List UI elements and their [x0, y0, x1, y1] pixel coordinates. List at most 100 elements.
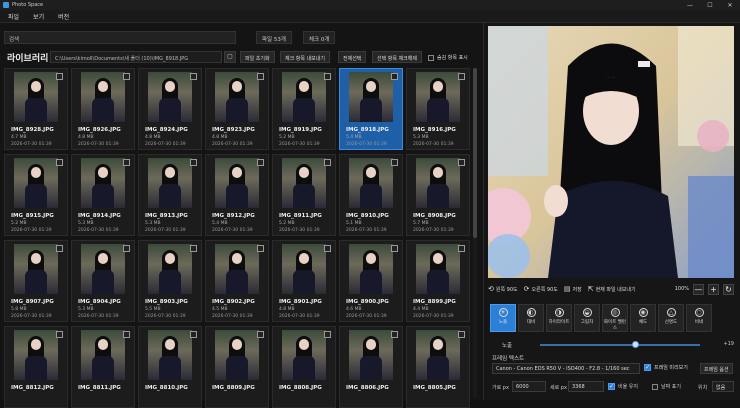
photo-checkbox[interactable] [257, 159, 264, 166]
photo-filename: IMG_8911.JPG [279, 213, 322, 219]
photo-checkbox[interactable] [123, 245, 130, 252]
tool-button[interactable]: ◐ 대비 [518, 304, 544, 332]
photo-card[interactable]: IMG_8908.JPG 5.7 MB 2026-07-30 01:39 [406, 154, 470, 236]
photo-card[interactable]: IMG_8903.JPG 5.5 MB 2026-07-30 01:39 [138, 240, 202, 322]
photo-card[interactable]: IMG_8915.JPG 5.2 MB 2026-07-30 01:39 [4, 154, 68, 236]
reset-files-button[interactable]: 파일 초기화 [240, 51, 275, 63]
photo-checkbox[interactable] [458, 159, 465, 166]
photo-card[interactable]: IMG_8928.JPG 4.7 MB 2026-07-30 01:39 [4, 68, 68, 150]
photo-checkbox[interactable] [324, 331, 331, 338]
photo-checkbox[interactable] [257, 331, 264, 338]
photo-card[interactable]: IMG_8806.JPG [339, 326, 403, 408]
photo-checkbox[interactable] [391, 245, 398, 252]
menu-view[interactable]: 보기 [33, 12, 44, 21]
tool-button[interactable]: △ 선명도 [658, 304, 684, 332]
keep-ratio-label: 비율 유지 [618, 384, 638, 390]
reset-zoom-button[interactable]: ↻ [723, 283, 734, 295]
photo-card[interactable]: IMG_8811.JPG [71, 326, 135, 408]
photo-card[interactable]: IMG_8805.JPG [406, 326, 470, 408]
photo-checkbox[interactable] [458, 73, 465, 80]
photo-card[interactable]: IMG_8913.JPG 5.3 MB 2026-07-30 01:39 [138, 154, 202, 236]
photo-card[interactable]: IMG_8924.JPG 4.8 MB 2026-07-30 01:39 [138, 68, 202, 150]
photo-checkbox[interactable] [391, 159, 398, 166]
height-input[interactable]: 3368 [568, 381, 604, 392]
photo-card[interactable]: IMG_8809.JPG [205, 326, 269, 408]
photo-card[interactable]: IMG_8904.JPG 5.3 MB 2026-07-30 01:39 [71, 240, 135, 322]
exposure-slider-knob[interactable] [632, 341, 640, 348]
frame-options-button[interactable]: 프레임 옵션 [700, 363, 733, 374]
keep-ratio-toggle[interactable]: ✓ 비율 유지 [608, 383, 638, 390]
photo-card[interactable]: IMG_8812.JPG [4, 326, 68, 408]
photo-checkbox[interactable] [123, 331, 130, 338]
photo-checkbox[interactable] [56, 331, 63, 338]
photo-card[interactable]: IMG_8808.JPG [272, 326, 336, 408]
photo-card[interactable]: IMG_8907.JPG 5.8 MB 2026-07-30 01:39 [4, 240, 68, 322]
photo-card[interactable]: IMG_8919.JPG 5.2 MB 2026-07-30 01:39 [272, 68, 336, 150]
tool-button[interactable]: ○ 비네 [686, 304, 712, 332]
zoom-out-button[interactable]: — [693, 283, 704, 295]
photo-card[interactable]: IMG_8810.JPG [138, 326, 202, 408]
export-checked-button[interactable]: 체크 항목 내보내기 [280, 51, 330, 63]
open-folder-button[interactable]: ▢ [224, 51, 236, 63]
frame-preview-toggle[interactable]: ✓ 프레임 미리보기 [644, 364, 688, 371]
photo-card[interactable]: IMG_8912.JPG 5.4 MB 2026-07-30 01:39 [205, 154, 269, 236]
scrollbar-thumb[interactable] [473, 68, 477, 238]
uncheck-selected-button[interactable]: 선택 항목 체크해제 [372, 51, 422, 63]
photo-checkbox[interactable] [458, 331, 465, 338]
tool-button[interactable]: ☀ 노출 [490, 304, 516, 332]
photo-preview[interactable] [488, 26, 734, 278]
photo-card[interactable]: IMG_8901.JPG 4.8 MB 2026-07-30 01:39 [272, 240, 336, 322]
photo-checkbox[interactable] [324, 159, 331, 166]
photo-card[interactable]: IMG_8916.JPG 5.3 MB 2026-07-30 01:39 [406, 68, 470, 150]
tool-button[interactable]: ◉ 채도 [630, 304, 656, 332]
photo-checkbox[interactable] [123, 159, 130, 166]
export-current-button[interactable]: ⇱ 현재 파일 내보내기 [588, 285, 636, 293]
grid-scrollbar[interactable] [473, 68, 477, 398]
photo-checkbox[interactable] [56, 159, 63, 166]
photo-card[interactable]: IMG_8910.JPG 5.1 MB 2026-07-30 01:39 [339, 154, 403, 236]
exposure-slider-track[interactable] [540, 344, 700, 346]
position-select[interactable]: 없음 [712, 381, 734, 392]
select-all-button[interactable]: 전체선택 [338, 51, 367, 63]
close-button[interactable]: ✕ [720, 2, 740, 9]
photo-checkbox[interactable] [324, 245, 331, 252]
photo-checkbox[interactable] [56, 245, 63, 252]
rotate-right-button[interactable]: ⟳ 오른쪽 90도 [524, 285, 558, 293]
rotate-left-button[interactable]: ⟲ 왼쪽 90도 [488, 285, 518, 293]
tool-button[interactable]: ◑ 하이라이트 [546, 304, 572, 332]
path-field[interactable]: C:\Users\kimoll\Documents\새 폴더 (10)\IMG_… [50, 51, 222, 63]
photo-checkbox[interactable] [324, 73, 331, 80]
show-hidden-toggle[interactable]: 숨김 항목 표시 [428, 51, 468, 63]
photo-checkbox[interactable] [190, 245, 197, 252]
maximize-button[interactable]: ☐ [700, 2, 720, 9]
photo-card[interactable]: IMG_8918.JPG 5.4 MB 2026-07-30 01:39 [339, 68, 403, 150]
date-toggle[interactable]: 날짜 표기 [652, 383, 681, 390]
menu-version[interactable]: 버전 [58, 12, 69, 21]
zoom-in-button[interactable]: + [708, 283, 719, 295]
photo-checkbox[interactable] [257, 245, 264, 252]
tool-button[interactable]: ◎ 화이트 밸런스 [602, 304, 628, 332]
photo-card[interactable]: IMG_8899.JPG 4.4 MB 2026-07-30 01:39 [406, 240, 470, 322]
search-input[interactable]: 검색 [4, 31, 236, 44]
photo-checkbox[interactable] [190, 331, 197, 338]
photo-card[interactable]: IMG_8902.JPG 4.5 MB 2026-07-30 01:39 [205, 240, 269, 322]
photo-card[interactable]: IMG_8926.JPG 4.8 MB 2026-07-30 01:39 [71, 68, 135, 150]
photo-checkbox[interactable] [190, 159, 197, 166]
photo-card[interactable]: IMG_8911.JPG 5.2 MB 2026-07-30 01:39 [272, 154, 336, 236]
width-input[interactable]: 6000 [512, 381, 546, 392]
photo-checkbox[interactable] [56, 73, 63, 80]
tool-button[interactable]: ◒ 그림자 [574, 304, 600, 332]
photo-card[interactable]: IMG_8914.JPG 5.3 MB 2026-07-30 01:39 [71, 154, 135, 236]
save-button[interactable]: ▤ 저장 [564, 285, 582, 293]
photo-checkbox[interactable] [190, 73, 197, 80]
photo-card[interactable]: IMG_8900.JPG 4.6 MB 2026-07-30 01:39 [339, 240, 403, 322]
photo-checkbox[interactable] [257, 73, 264, 80]
frame-text-input[interactable]: Canon - Canon EOS R50 V - ISO400 - F2.8 … [492, 363, 640, 374]
photo-checkbox[interactable] [391, 331, 398, 338]
photo-checkbox[interactable] [391, 73, 398, 80]
minimize-button[interactable]: — [680, 2, 700, 9]
photo-card[interactable]: IMG_8923.JPG 4.8 MB 2026-07-30 01:39 [205, 68, 269, 150]
menu-file[interactable]: 파일 [8, 12, 19, 21]
photo-checkbox[interactable] [458, 245, 465, 252]
photo-checkbox[interactable] [123, 73, 130, 80]
